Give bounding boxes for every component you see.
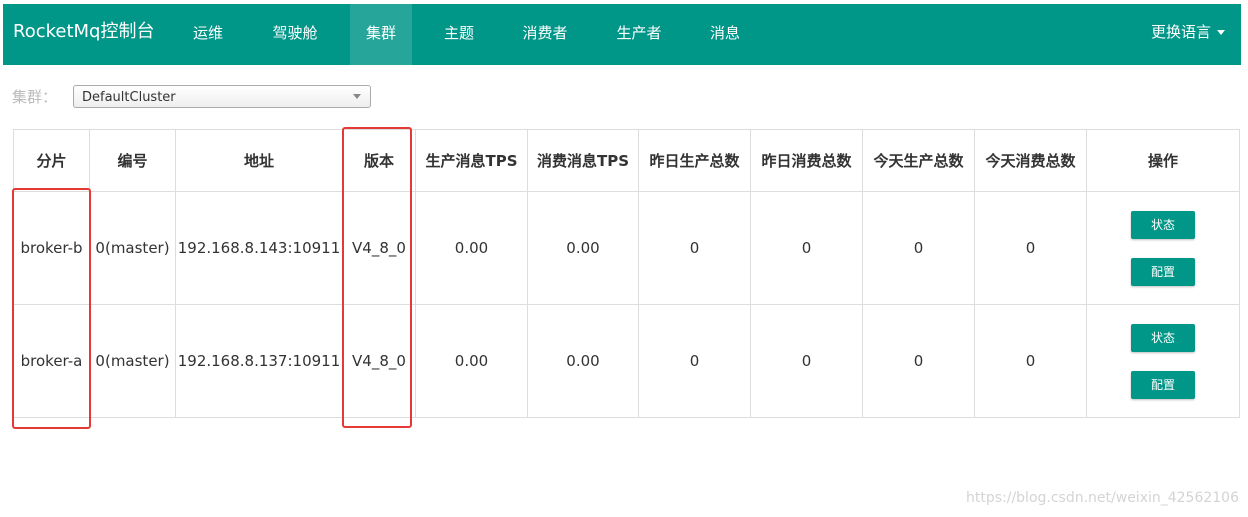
nav-cluster[interactable]: 集群	[350, 4, 412, 65]
col-header-actions: 操作	[1086, 129, 1240, 192]
cluster-filter-label: 集群：	[12, 88, 58, 106]
col-header-yesterday-consume: 昨日消费总数	[750, 129, 863, 192]
col-header-version: 版本	[342, 129, 416, 192]
today-consume-count: 0	[974, 191, 1087, 305]
col-header-address: 地址	[175, 129, 343, 192]
config-button[interactable]: 配置	[1131, 370, 1195, 399]
status-button[interactable]: 状态	[1131, 210, 1195, 239]
today-produce-count: 0	[862, 191, 975, 305]
col-header-shard: 分片	[13, 129, 90, 192]
nav-ops[interactable]: 运维	[180, 4, 236, 65]
cluster-table: 分片 编号 地址 版本 生产消息TPS 消费消息TPS 昨日生产总数 昨日消费总…	[13, 129, 1240, 418]
consume-tps: 0.00	[527, 191, 639, 305]
language-dropdown[interactable]: 更换语言	[1151, 4, 1225, 60]
col-header-today-consume: 今天消费总数	[974, 129, 1087, 192]
top-navbar: RocketMq控制台 运维 驾驶舱 集群 主题 消费者 生产者 消息 更换语言	[3, 4, 1241, 65]
consume-tps: 0.00	[527, 304, 639, 418]
today-produce-count: 0	[862, 304, 975, 418]
col-header-yesterday-produce: 昨日生产总数	[638, 129, 751, 192]
col-header-today-produce: 今天生产总数	[862, 129, 975, 192]
brand-title[interactable]: RocketMq控制台	[13, 4, 154, 60]
broker-name: broker-b	[13, 191, 90, 305]
status-button[interactable]: 状态	[1131, 323, 1195, 352]
produce-tps: 0.00	[415, 304, 528, 418]
broker-version: V4_8_0	[342, 304, 416, 418]
nav-dashboard[interactable]: 驾驶舱	[261, 4, 329, 65]
watermark-text: https://blog.csdn.net/weixin_42562106	[965, 490, 1239, 506]
nav-producer[interactable]: 生产者	[605, 4, 673, 65]
caret-down-icon	[1217, 30, 1225, 35]
table-row: broker-a 0(master) 192.168.8.137:10911 V…	[13, 304, 1240, 418]
yesterday-produce-count: 0	[638, 191, 751, 305]
col-header-id: 编号	[89, 129, 176, 192]
language-label: 更换语言	[1150, 23, 1211, 41]
row-actions: 状态 配置	[1086, 191, 1240, 305]
table-row: broker-b 0(master) 192.168.8.143:10911 V…	[13, 191, 1240, 305]
cluster-select-value: DefaultCluster	[82, 90, 176, 105]
table-header-row: 分片 编号 地址 版本 生产消息TPS 消费消息TPS 昨日生产总数 昨日消费总…	[13, 129, 1240, 192]
today-consume-count: 0	[974, 304, 1087, 418]
broker-id: 0(master)	[89, 304, 176, 418]
cluster-select[interactable]: DefaultCluster	[73, 85, 371, 108]
broker-version: V4_8_0	[342, 191, 416, 305]
yesterday-consume-count: 0	[750, 304, 863, 418]
yesterday-produce-count: 0	[638, 304, 751, 418]
col-header-produce-tps: 生产消息TPS	[415, 129, 528, 192]
nav-message[interactable]: 消息	[697, 4, 753, 65]
broker-id: 0(master)	[89, 191, 176, 305]
col-header-consume-tps: 消费消息TPS	[527, 129, 639, 192]
broker-address: 192.168.8.137:10911	[175, 304, 343, 418]
row-actions: 状态 配置	[1086, 304, 1240, 418]
broker-name: broker-a	[13, 304, 90, 418]
chevron-down-icon	[353, 94, 361, 99]
config-button[interactable]: 配置	[1131, 257, 1195, 286]
produce-tps: 0.00	[415, 191, 528, 305]
nav-consumer[interactable]: 消费者	[511, 4, 579, 65]
nav-topic[interactable]: 主题	[431, 4, 487, 65]
broker-address: 192.168.8.143:10911	[175, 191, 343, 305]
yesterday-consume-count: 0	[750, 191, 863, 305]
